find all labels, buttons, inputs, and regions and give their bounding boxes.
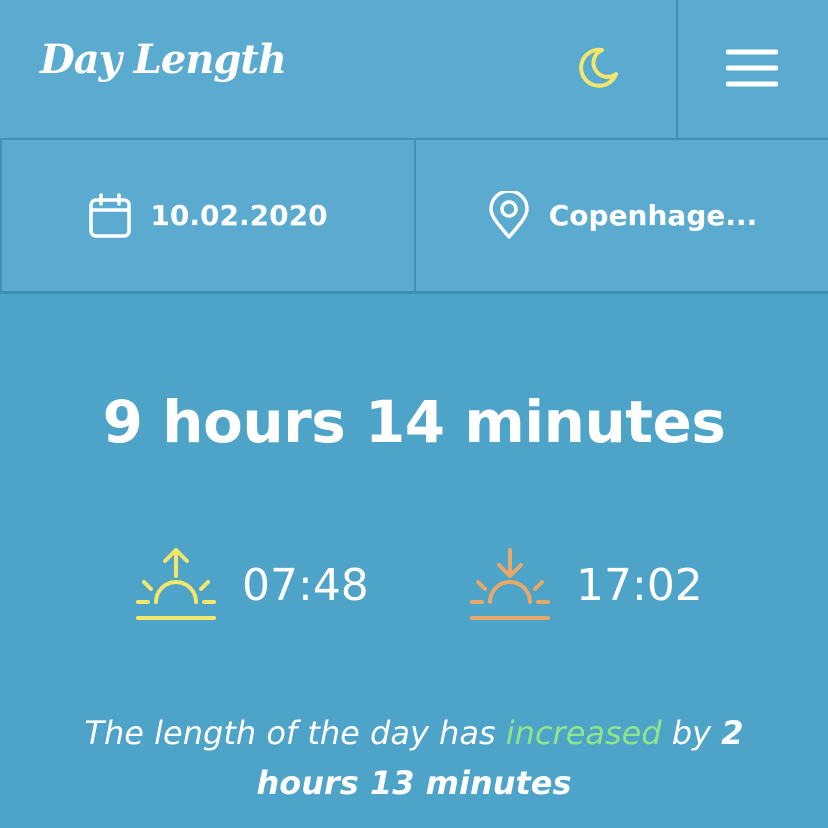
location-pin-icon <box>488 190 529 239</box>
day-length-change-summary: The length of the day has increased by 2… <box>60 708 768 808</box>
day-length-value: 9 hours 14 minutes <box>102 388 726 456</box>
sunrise-item: 07:48 <box>134 546 369 624</box>
app-header: Day Length <box>0 0 828 140</box>
calendar-icon <box>89 192 132 238</box>
sunset-icon <box>470 548 550 620</box>
theme-toggle-button[interactable] <box>570 40 626 96</box>
summary-change-word: increased <box>505 714 662 752</box>
summary-prefix: The length of the day has <box>84 714 506 752</box>
summary-middle: by <box>661 714 722 752</box>
sunset-time: 17:02 <box>576 559 703 611</box>
sunrise-icon <box>136 548 216 620</box>
location-selector[interactable]: Copenhage... <box>414 140 828 291</box>
date-selector[interactable]: 10.02.2020 <box>0 140 414 291</box>
selector-bar: 10.02.2020 Copenhage... <box>0 140 828 294</box>
moon-icon <box>579 47 618 88</box>
sunset-item: 17:02 <box>468 546 703 624</box>
menu-button[interactable] <box>720 40 784 96</box>
app-title: Day Length <box>40 36 287 83</box>
header-divider <box>676 0 678 140</box>
hamburger-menu-icon <box>726 49 778 87</box>
sunrise-time: 07:48 <box>242 559 369 611</box>
date-value: 10.02.2020 <box>150 199 328 232</box>
location-value: Copenhage... <box>548 199 758 232</box>
sun-times-row: 07:48 17:02 <box>0 540 828 630</box>
